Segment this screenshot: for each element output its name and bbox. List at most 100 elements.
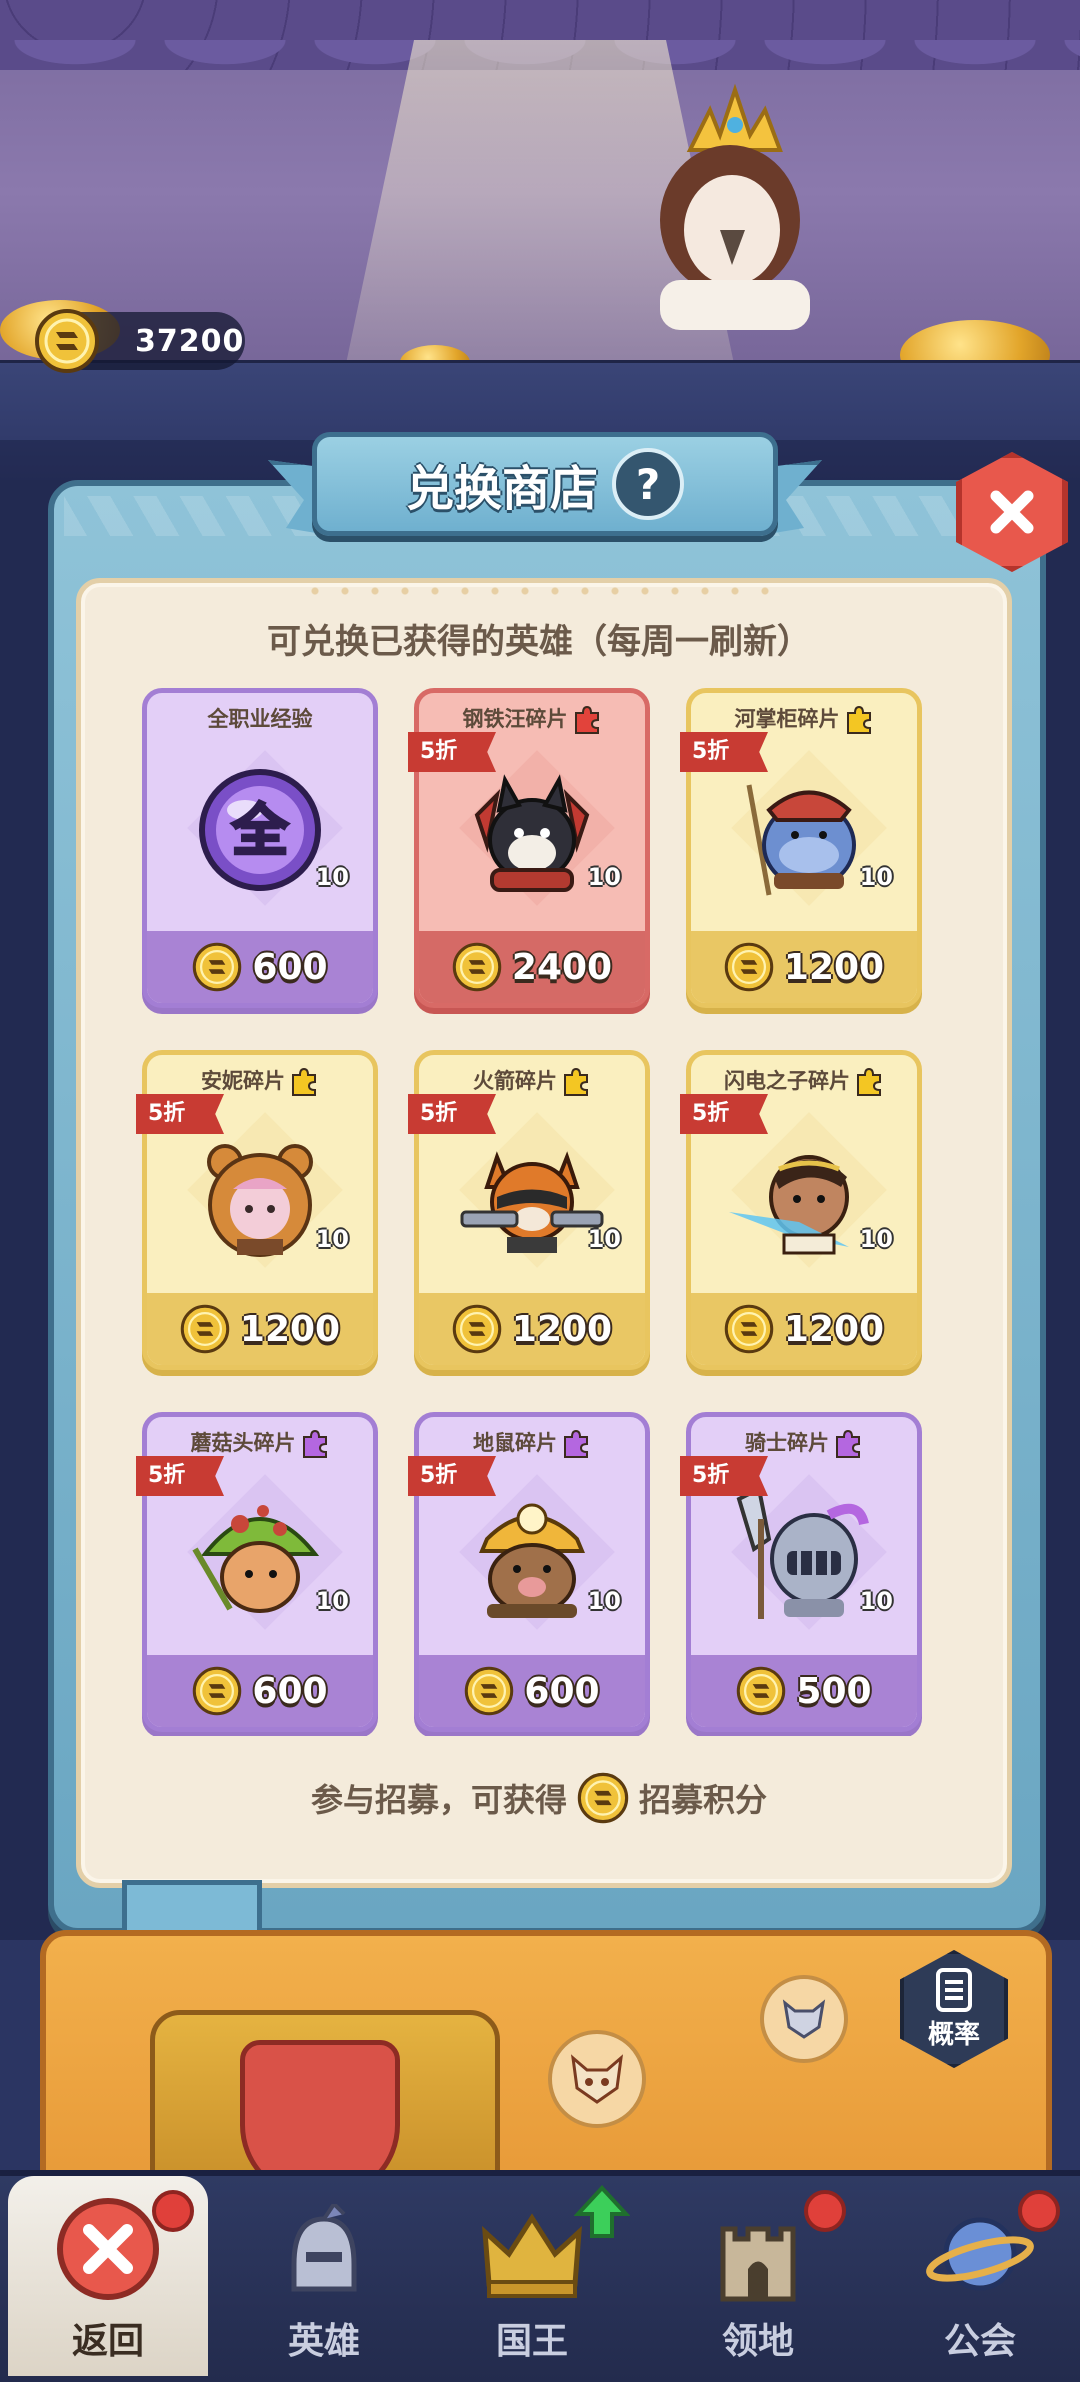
item-price: 1200: [239, 1308, 341, 1350]
item-price-button[interactable]: 500: [691, 1655, 917, 1727]
recruit-coin-icon: [452, 942, 502, 992]
nav-heroes-label: 英雄: [287, 2321, 360, 2362]
item-name: 蘑菇头碎片: [147, 1427, 373, 1459]
cat-mask-icon: [548, 2030, 646, 2128]
currency-counter: 37200: [35, 309, 245, 373]
item-quantity: 10: [587, 1587, 621, 1615]
item-quantity: 10: [315, 863, 349, 891]
wolf-emblem-icon: [760, 1975, 848, 2063]
item-quantity: 10: [587, 863, 621, 891]
shop-item-card[interactable]: 全职业经验全 10 600: [142, 688, 378, 1008]
item-name: 全职业经验: [147, 703, 373, 733]
exp-orb-icon: 全: [199, 769, 321, 891]
puzzle-piece-icon: [564, 1067, 588, 1096]
recruit-coin-icon: [577, 1772, 629, 1824]
lightning-hero-icon: [729, 1155, 849, 1255]
hippo-hero-icon: [746, 784, 856, 896]
upgrade-arrow-icon: [574, 2185, 630, 2238]
item-quantity: 10: [315, 1587, 349, 1615]
puzzle-piece-icon: [292, 1067, 316, 1096]
nav-heroes[interactable]: 英雄: [224, 2176, 424, 2376]
item-quantity: 10: [859, 863, 893, 891]
discount-tag: 5折: [680, 1456, 768, 1496]
item-name-text: 钢铁汪碎片: [462, 707, 568, 731]
exp-orb-char: 全: [231, 799, 289, 864]
item-price-button[interactable]: 600: [419, 1655, 645, 1727]
raccoon-hero-icon: [460, 1151, 604, 1253]
item-name-text: 地鼠碎片: [473, 1431, 557, 1455]
puzzle-piece-icon: [564, 1429, 588, 1458]
discount-tag: 5折: [680, 1094, 768, 1134]
discount-tag: 5折: [408, 732, 496, 772]
item-price-button[interactable]: 600: [147, 1655, 373, 1727]
discount-tag: 5折: [408, 1456, 496, 1496]
item-name-text: 河掌柜碎片: [734, 707, 840, 731]
item-price: 500: [796, 1670, 872, 1712]
item-quantity: 10: [315, 1225, 349, 1253]
recruit-hint: 参与招募，可获得 招募积分: [76, 1772, 1002, 1824]
recruit-coin-icon: [180, 1304, 230, 1354]
item-price: 600: [524, 1670, 600, 1712]
recruit-coin-icon: [193, 942, 242, 992]
knight-hero-icon: [736, 1486, 869, 1619]
puzzle-piece-icon: [836, 1429, 860, 1458]
throne-room-background: [0, 0, 1080, 480]
dog-hero-icon: [474, 774, 590, 892]
item-price: 1200: [783, 1308, 885, 1350]
item-price-button[interactable]: 2400: [419, 931, 645, 1003]
nav-back-label: 返回: [71, 2321, 144, 2362]
recruit-hint-prefix: 参与招募，可获得: [310, 1781, 567, 1819]
item-name: 火箭碎片: [419, 1065, 645, 1097]
nav-king-label: 国王: [495, 2321, 568, 2362]
item-price: 600: [252, 1670, 328, 1712]
item-name-text: 骑士碎片: [745, 1431, 829, 1455]
item-price-button[interactable]: 1200: [419, 1293, 645, 1365]
shop-title: 兑换商店: [405, 461, 598, 517]
item-name: 闪电之子碎片: [691, 1065, 917, 1097]
puzzle-piece-icon: [574, 705, 599, 734]
item-name-text: 火箭碎片: [473, 1069, 557, 1093]
bear-girl-hero-icon: [207, 1144, 313, 1257]
item-price: 1200: [783, 946, 885, 988]
planet-icon: [926, 2217, 1034, 2291]
close-icon: [990, 490, 1034, 534]
probability-label: 概率: [927, 2019, 980, 2050]
item-quantity: 10: [859, 1225, 893, 1253]
puzzle-piece-icon: [846, 705, 871, 734]
item-name-text: 蘑菇头碎片: [190, 1431, 296, 1455]
nav-back-badge: [152, 2190, 194, 2232]
item-quantity: 10: [859, 1587, 893, 1615]
discount-tag: 5折: [408, 1094, 496, 1134]
helmet-icon: [291, 2204, 357, 2292]
nav-guild-badge: [1018, 2190, 1060, 2232]
mushroom-hero-icon: [192, 1505, 320, 1613]
item-name: 骑士碎片: [691, 1427, 917, 1459]
item-price-button[interactable]: 1200: [147, 1293, 373, 1365]
discount-tag: 5折: [680, 732, 768, 772]
item-name-text: 安妮碎片: [201, 1069, 285, 1093]
item-price-button[interactable]: 1200: [691, 1293, 917, 1365]
recruit-coin-icon: [724, 942, 774, 992]
grid-scroll-clip: [100, 1736, 980, 1766]
recruit-coin-icon: [35, 309, 99, 373]
help-button[interactable]: ?: [612, 448, 684, 520]
item-price-button[interactable]: 600: [147, 931, 373, 1003]
discount-tag: 5折: [136, 1456, 224, 1496]
item-price-button[interactable]: 1200: [691, 931, 917, 1003]
item-name-text: 全职业经验: [207, 707, 313, 731]
discount-tag: 5折: [136, 1094, 224, 1134]
item-quantity: 10: [587, 1225, 621, 1253]
item-name: 地鼠碎片: [419, 1427, 645, 1459]
item-price: 2400: [511, 946, 613, 988]
currency-amount: 37200: [135, 323, 245, 359]
crown-icon: [482, 2213, 582, 2298]
recruit-coin-icon: [193, 1666, 242, 1716]
recruit-coin-icon: [737, 1666, 786, 1716]
item-name: 河掌柜碎片: [691, 703, 917, 735]
recruit-coin-icon: [452, 1304, 502, 1354]
item-price: 600: [252, 946, 328, 988]
king-character: [660, 83, 810, 330]
recruit-coin-icon: [724, 1304, 774, 1354]
nav-territory-badge: [804, 2190, 846, 2232]
puzzle-piece-icon: [857, 1067, 881, 1096]
